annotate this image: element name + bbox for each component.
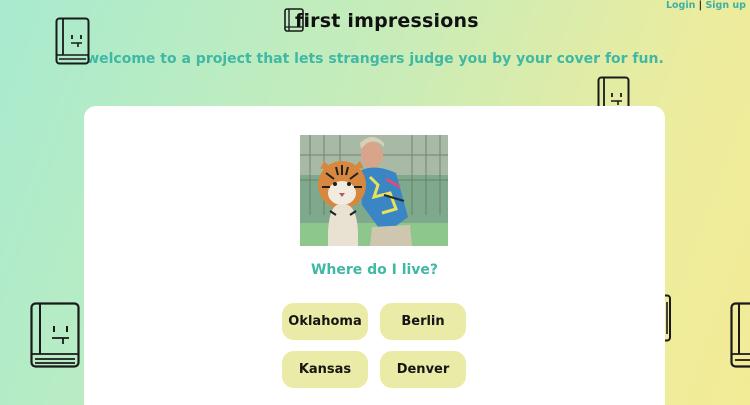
answer-button-kansas[interactable]: Kansas [282,351,368,388]
book-face-icon [30,302,80,368]
answer-button-denver[interactable]: Denver [380,351,466,388]
answer-button-berlin[interactable]: Berlin [380,303,466,340]
answer-button-oklahoma[interactable]: Oklahoma [282,303,368,340]
tagline: welcome to a project that lets strangers… [86,51,664,67]
page-title: first impressions [295,10,479,32]
login-link[interactable]: Login [666,0,695,11]
signup-link[interactable]: Sign up [705,0,746,11]
quiz-question: Where do I live? [310,262,439,278]
auth-separator: | [698,0,703,11]
auth-links: Login | Sign up [666,0,746,11]
book-face-icon [55,17,90,65]
profile-photo [300,135,448,246]
quiz-card: Where do I live? Oklahoma Berlin Kansas … [84,106,665,405]
site-header: first impressions [284,6,479,36]
book-face-icon [597,76,630,110]
person-with-tiger-photo [300,135,448,246]
book-face-icon [730,302,750,368]
